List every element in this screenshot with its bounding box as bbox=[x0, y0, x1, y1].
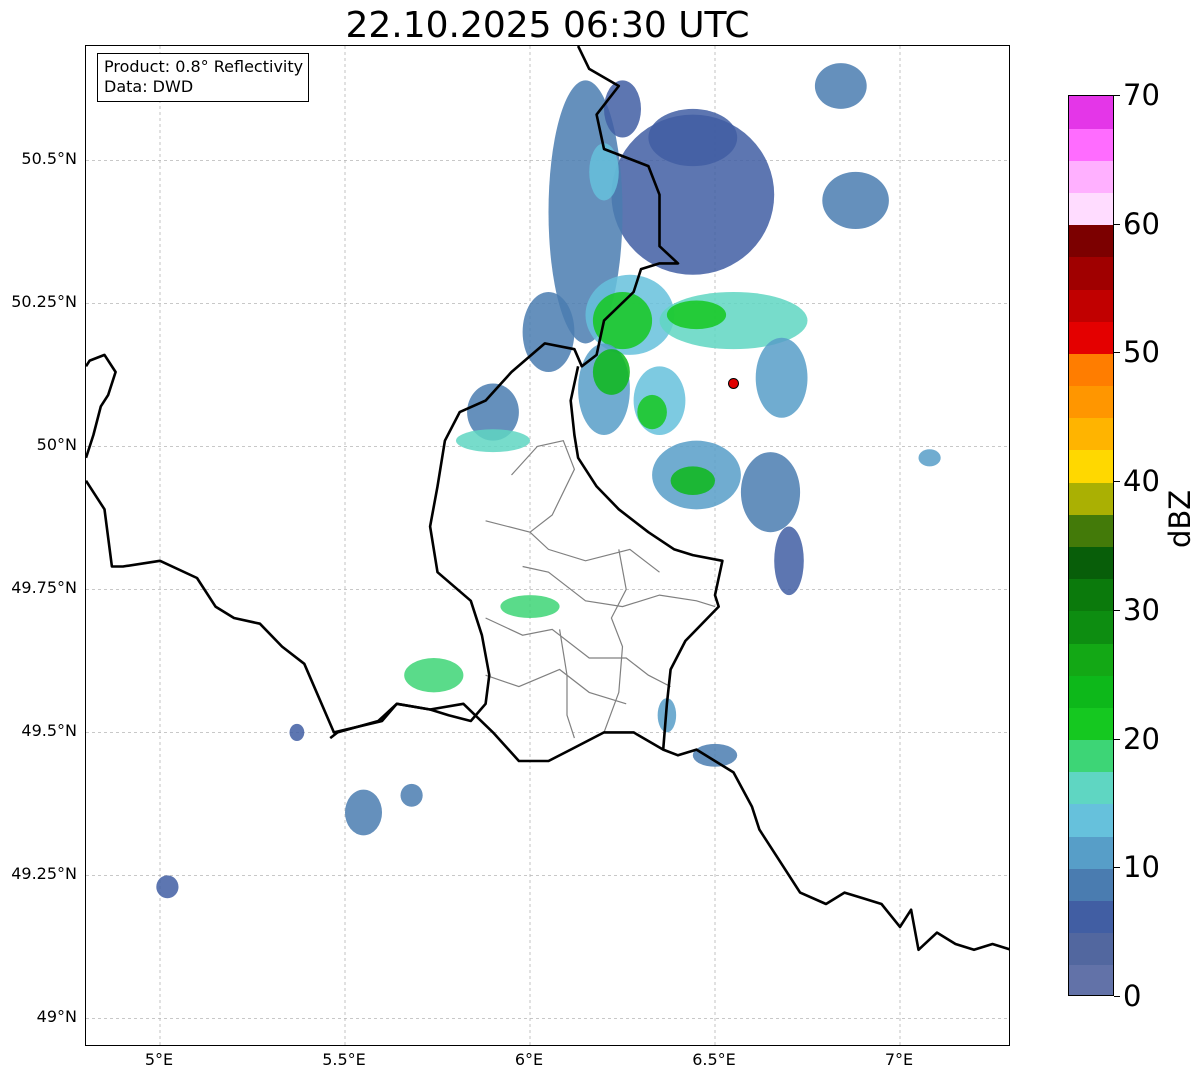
colorbar-segment-10 bbox=[1069, 643, 1113, 676]
echo-cell-6 bbox=[822, 171, 889, 230]
colorbar-segment-8 bbox=[1069, 707, 1113, 741]
canton-border-3 bbox=[485, 617, 671, 688]
lat-label-1: 50.25°N bbox=[11, 292, 77, 312]
colorbar-segment-20 bbox=[1069, 321, 1113, 354]
colorbar-segment-1 bbox=[1069, 932, 1113, 966]
colorbar-tick-7 bbox=[1114, 95, 1120, 96]
echo-cell-3 bbox=[648, 108, 738, 167]
echo-cell-31 bbox=[289, 723, 305, 741]
colorbar-tick-3 bbox=[1114, 610, 1120, 611]
echo-cell-15 bbox=[637, 394, 667, 430]
echo-cell-17 bbox=[670, 466, 715, 496]
echo-cell-18 bbox=[755, 337, 808, 418]
colorbar-tick-label-0: 0 bbox=[1123, 979, 1142, 1013]
lat-label-0: 50.5°N bbox=[21, 149, 77, 169]
echo-cell-30 bbox=[156, 875, 179, 899]
colorbar-tick-label-4: 40 bbox=[1123, 464, 1160, 499]
canton-border-0 bbox=[511, 440, 576, 533]
colorbar-segment-4 bbox=[1069, 836, 1113, 869]
colorbar-segment-25 bbox=[1069, 160, 1113, 194]
colorbar-segment-19 bbox=[1069, 353, 1113, 387]
echo-cell-29 bbox=[918, 449, 941, 467]
country-border-east bbox=[569, 366, 1009, 952]
colorbar-tick-label-5: 50 bbox=[1123, 335, 1160, 370]
canton-border-4 bbox=[485, 668, 627, 705]
echo-cell-24 bbox=[404, 658, 464, 693]
lon-label-1: 5.5°E bbox=[322, 1050, 366, 1069]
canton-border-6 bbox=[603, 549, 627, 733]
colorbar-tick-label-7: 70 bbox=[1123, 78, 1160, 112]
colorbar-tick-4 bbox=[1114, 481, 1120, 482]
colorbar-segment-2 bbox=[1069, 900, 1113, 934]
map-title: 22.10.2025 06:30 UTC bbox=[345, 5, 750, 46]
lat-label-4: 49.5°N bbox=[21, 721, 77, 741]
colorbar-tick-label-6: 60 bbox=[1123, 206, 1160, 241]
radar-site-marker bbox=[728, 377, 739, 389]
colorbar-tick-label-3: 30 bbox=[1123, 592, 1160, 627]
colorbar-tick-6 bbox=[1114, 224, 1120, 225]
colorbar-segment-0 bbox=[1069, 964, 1113, 995]
colorbar-segment-22 bbox=[1069, 256, 1113, 290]
lat-label-2: 50°N bbox=[36, 435, 77, 455]
canton-border-1 bbox=[485, 520, 660, 573]
lon-label-0: 5°E bbox=[144, 1050, 174, 1069]
colorbar-segment-9 bbox=[1069, 675, 1113, 708]
reflectivity-layer bbox=[156, 63, 941, 899]
map-canvas bbox=[86, 46, 1009, 1045]
echo-cell-9 bbox=[592, 291, 653, 350]
colorbar-segment-24 bbox=[1069, 192, 1113, 226]
colorbar-segment-6 bbox=[1069, 771, 1113, 805]
colorbar-tick-label-2: 20 bbox=[1123, 721, 1160, 756]
echo-cell-19 bbox=[740, 452, 801, 533]
radar-map bbox=[85, 45, 1010, 1046]
colorbar-segment-14 bbox=[1069, 514, 1113, 547]
colorbar bbox=[1068, 95, 1114, 996]
echo-cell-26 bbox=[400, 783, 423, 807]
colorbar-tick-label-1: 10 bbox=[1123, 850, 1160, 885]
country-border-west bbox=[86, 353, 117, 459]
colorbar-segment-23 bbox=[1069, 224, 1113, 258]
lat-label-5: 49.25°N bbox=[11, 864, 77, 884]
colorbar-segment-16 bbox=[1069, 449, 1113, 483]
colorbar-tick-5 bbox=[1114, 352, 1120, 353]
product-label: Product: 0.8° Reflectivity bbox=[104, 57, 304, 76]
colorbar-unit-label: dBZ bbox=[1163, 489, 1197, 548]
echo-cell-11 bbox=[666, 300, 727, 330]
echo-cell-7 bbox=[522, 291, 575, 373]
lat-label-6: 49°N bbox=[36, 1007, 77, 1027]
colorbar-segment-21 bbox=[1069, 289, 1113, 322]
colorbar-segment-15 bbox=[1069, 482, 1113, 515]
echo-cell-5 bbox=[814, 63, 867, 109]
data-source-label: Data: DWD bbox=[104, 77, 194, 96]
echo-cell-25 bbox=[345, 789, 382, 836]
radar-site-dot bbox=[728, 377, 739, 389]
lat-label-3: 49.75°N bbox=[11, 578, 77, 598]
colorbar-tick-2 bbox=[1114, 739, 1120, 740]
echo-cell-22 bbox=[456, 429, 530, 453]
echo-cell-13 bbox=[592, 349, 630, 395]
colorbar-segment-12 bbox=[1069, 578, 1113, 612]
canton-border-5 bbox=[559, 629, 575, 739]
lon-label-4: 7°E bbox=[884, 1050, 914, 1069]
echo-cell-20 bbox=[774, 526, 804, 596]
echo-cell-27 bbox=[692, 743, 738, 767]
colorbar-tick-1 bbox=[1114, 867, 1120, 868]
lon-label-2: 6°E bbox=[514, 1050, 544, 1069]
echo-cell-23 bbox=[500, 595, 560, 618]
colorbar-segment-13 bbox=[1069, 546, 1113, 580]
colorbar-segment-27 bbox=[1069, 96, 1113, 129]
colorbar-segment-26 bbox=[1069, 128, 1113, 161]
colorbar-segment-3 bbox=[1069, 868, 1113, 901]
lon-label-3: 6.5°E bbox=[692, 1050, 736, 1069]
colorbar-segment-5 bbox=[1069, 803, 1113, 837]
colorbar-segment-17 bbox=[1069, 417, 1113, 451]
product-info-box: Product: 0.8° Reflectivity Data: DWD bbox=[97, 53, 310, 102]
country-border-south bbox=[86, 479, 664, 763]
colorbar-segment-11 bbox=[1069, 610, 1113, 644]
colorbar-tick-0 bbox=[1114, 996, 1120, 997]
colorbar-segment-18 bbox=[1069, 385, 1113, 419]
colorbar-segment-7 bbox=[1069, 739, 1113, 773]
echo-cell-4 bbox=[604, 80, 641, 138]
